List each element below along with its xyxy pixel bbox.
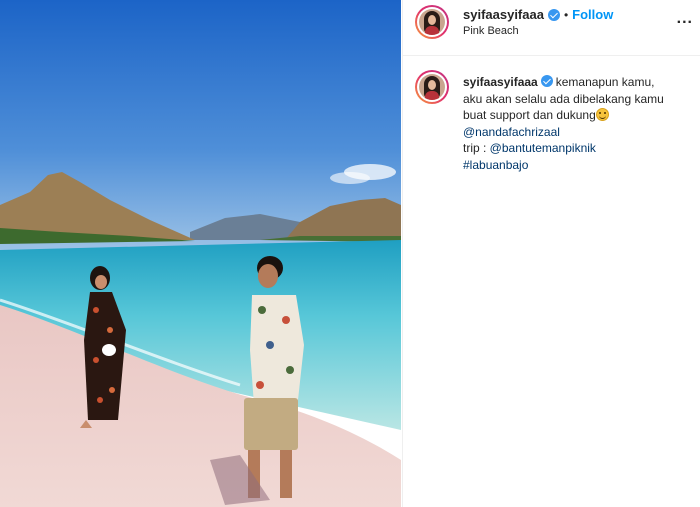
caption-author-avatar[interactable] (415, 70, 449, 104)
caption-username[interactable]: syifaasyifaaa (463, 75, 538, 89)
separator-dot: • (563, 7, 569, 22)
mention-link[interactable]: @nandafachrizaal (463, 124, 695, 141)
author-username[interactable]: syifaasyifaaa (463, 7, 544, 22)
avatar-image (419, 74, 445, 100)
follow-button[interactable]: Follow (572, 7, 613, 22)
grinning-face-emoji-icon (595, 108, 609, 121)
post-location[interactable]: Pink Beach (463, 25, 519, 37)
username-row: syifaasyifaaa • Follow (463, 7, 613, 22)
beach-photo-image (0, 0, 401, 507)
post-photo[interactable] (0, 0, 401, 507)
post-header: syifaasyifaaa • Follow Pink Beach ... (403, 0, 700, 56)
hashtag-link[interactable]: #labuanbajo (463, 157, 695, 174)
trip-mention-link[interactable]: @bantutemanpiknik (490, 141, 596, 155)
verified-badge-icon (547, 8, 560, 21)
post-caption: syifaasyifaaa kemanapun kamu, aku akan se… (463, 74, 695, 173)
caption-line-3: buat support dan dukung (463, 108, 596, 122)
caption-line-1: kemanapun kamu, (555, 75, 655, 89)
trip-line: trip : @bantutemanpiknik (463, 140, 695, 157)
avatar-image (419, 9, 445, 35)
post-sidebar: syifaasyifaaa • Follow Pink Beach ... sy… (402, 0, 700, 507)
author-avatar[interactable] (415, 5, 449, 39)
caption-line-2: aku akan selalu ada dibelakang kamu (463, 91, 664, 106)
more-options-icon[interactable]: ... (677, 10, 693, 28)
verified-badge-icon (540, 75, 553, 87)
trip-label: trip : (463, 141, 490, 155)
